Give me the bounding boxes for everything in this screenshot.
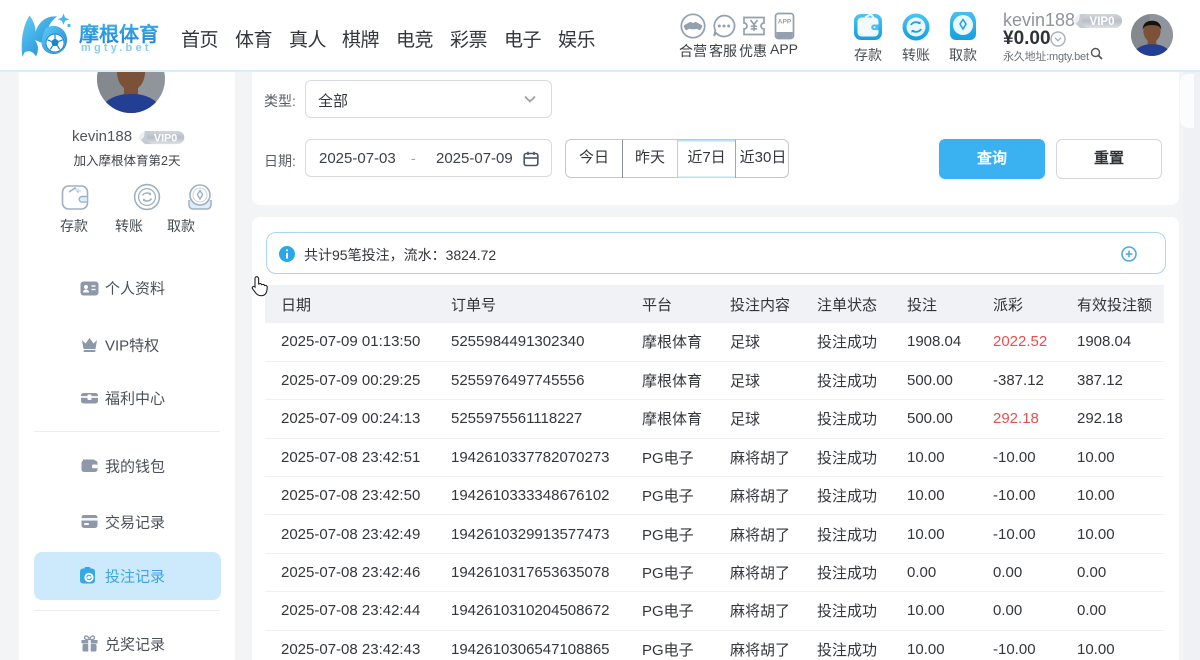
svg-text:APP: APP	[778, 19, 792, 26]
svg-text:VIP0: VIP0	[1090, 16, 1115, 28]
svg-text:VIP0: VIP0	[154, 132, 177, 144]
